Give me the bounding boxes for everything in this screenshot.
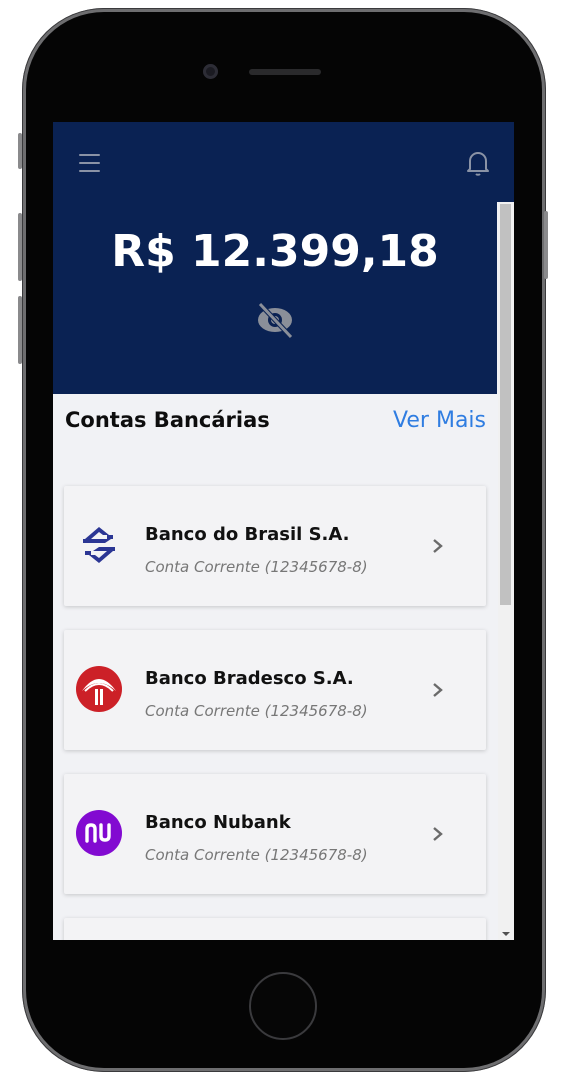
home-button[interactable]	[249, 972, 317, 1040]
account-name: Banco Nubank	[145, 812, 291, 833]
section-title: Contas Bancárias	[65, 408, 270, 432]
header-extension	[497, 122, 514, 202]
front-camera	[203, 64, 218, 79]
account-card-bradesco[interactable]: Banco Bradesco S.A. Conta Corrente (1234…	[64, 630, 486, 750]
bell-icon[interactable]	[466, 149, 490, 177]
chevron-right-icon	[433, 683, 443, 697]
account-name: Banco Bradesco S.A.	[145, 668, 354, 689]
chevron-right-icon	[433, 827, 443, 841]
menu-icon[interactable]	[79, 154, 101, 172]
eye-off-icon[interactable]	[255, 300, 295, 340]
mute-switch	[18, 133, 22, 169]
bradesco-logo	[76, 666, 122, 712]
account-detail: Conta Corrente (12345678-8)	[145, 558, 368, 576]
account-name: Banco do Brasil S.A.	[145, 524, 350, 545]
account-card-nubank[interactable]: Banco Nubank Conta Corrente (12345678-8)	[64, 774, 486, 894]
account-card-banco-do-brasil[interactable]: Banco do Brasil S.A. Conta Corrente (123…	[64, 486, 486, 606]
scrollbar[interactable]	[498, 202, 514, 940]
account-detail: Conta Corrente (12345678-8)	[145, 702, 368, 720]
nubank-logo	[76, 810, 122, 856]
volume-up-button	[18, 213, 22, 281]
scroll-down-arrow[interactable]	[502, 932, 510, 936]
earpiece-speaker	[249, 69, 321, 75]
chevron-right-icon	[433, 539, 443, 553]
balance-header: R$ 12.399,18	[53, 122, 497, 394]
see-more-link[interactable]: Ver Mais	[393, 408, 486, 433]
banco-do-brasil-logo	[83, 527, 115, 563]
account-card-partial[interactable]	[64, 918, 486, 940]
app-screen: R$ 12.399,18 Contas Bancárias Ver Mais B…	[53, 122, 514, 940]
volume-down-button	[18, 296, 22, 364]
account-detail: Conta Corrente (12345678-8)	[145, 846, 368, 864]
power-button	[544, 211, 548, 279]
scrollbar-thumb[interactable]	[500, 204, 511, 605]
total-balance: R$ 12.399,18	[111, 226, 439, 277]
